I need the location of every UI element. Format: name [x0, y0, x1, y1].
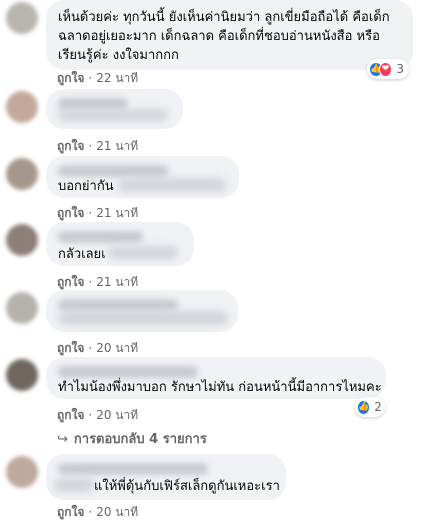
- blurred-text: [58, 311, 228, 325]
- reaction-summary[interactable]: 👍 2: [355, 397, 385, 417]
- avatar[interactable]: [6, 456, 38, 488]
- avatar[interactable]: [6, 359, 38, 391]
- reaction-count: 3: [396, 62, 404, 76]
- comment-bubble: กลัวเลยเ: [46, 222, 194, 266]
- blurred-text: [58, 109, 168, 121]
- reaction-summary[interactable]: 👍 ❤ 3: [367, 59, 409, 79]
- like-link[interactable]: ถูกใจ: [57, 139, 84, 153]
- reaction-count: 2: [374, 400, 382, 414]
- comment-meta: ถูกใจ · 20 นาที: [57, 503, 138, 521]
- avatar[interactable]: [6, 2, 38, 34]
- avatar[interactable]: [6, 224, 38, 256]
- blurred-name: [58, 231, 143, 243]
- like-link[interactable]: ถูกใจ: [57, 408, 84, 422]
- separator: ·: [88, 505, 93, 519]
- like-icon: 👍: [357, 399, 371, 415]
- separator: ·: [88, 341, 93, 355]
- comment-text: แให้พี่ดุ้นกับเฟิร์สเล็กดูกันเหอะเรา: [94, 479, 280, 494]
- comment-text: กลัวเลยเ: [58, 247, 106, 262]
- separator: ·: [88, 71, 93, 85]
- comment-meta: ถูกใจ · 20 นาที: [57, 406, 138, 425]
- comment-meta: ถูกใจ · 20 นาที: [57, 339, 138, 358]
- comment-bubble: [46, 290, 238, 332]
- timestamp[interactable]: 20 นาที: [96, 341, 138, 355]
- comment-bubble: บอกย่ากัน: [46, 156, 239, 198]
- love-icon: ❤: [378, 61, 393, 77]
- blurred-text: [54, 478, 94, 492]
- timestamp[interactable]: 21 นาที: [96, 139, 138, 153]
- separator: ·: [88, 275, 93, 289]
- avatar[interactable]: [6, 292, 38, 324]
- separator: ·: [88, 206, 93, 220]
- blurred-name: [58, 463, 208, 475]
- timestamp[interactable]: 20 นาที: [96, 408, 138, 422]
- comment-bubble: [46, 89, 183, 129]
- replies-label: การตอบกลับ 4 รายการ: [73, 432, 207, 447]
- comment-bubble: เห็นด้วยค่ะ ทุกวันนี้ ยังเห็นค่านิยมว่า …: [46, 0, 413, 70]
- like-link[interactable]: ถูกใจ: [57, 275, 84, 289]
- comment-meta: ถูกใจ · 21 นาที: [57, 204, 138, 223]
- comment-meta: ถูกใจ · 21 นาที: [57, 137, 138, 156]
- separator: ·: [88, 408, 93, 422]
- timestamp[interactable]: 21 นาที: [96, 275, 138, 289]
- blurred-name: [58, 366, 198, 378]
- like-link[interactable]: ถูกใจ: [57, 71, 84, 85]
- separator: ·: [88, 139, 93, 153]
- comment-text-line: ฉลาดอยู่เยอะมาก เด็กฉลาด คือเด็กที่ชอบอ่…: [58, 29, 380, 44]
- blurred-text: [118, 178, 226, 192]
- timestamp[interactable]: 21 นาที: [96, 206, 138, 220]
- comment-bubble: ทำไมน้องพึ่งมาบอก รักษาไม่ทัน ก่อนหน้านี…: [46, 357, 386, 399]
- like-link[interactable]: ถูกใจ: [57, 341, 84, 355]
- avatar[interactable]: [6, 158, 38, 190]
- comment-bubble: แให้พี่ดุ้นกับเฟิร์สเล็กดูกันเหอะเรา: [46, 454, 286, 500]
- blurred-name: [58, 299, 178, 311]
- comments-feed: เห็นด้วยค่ะ ทุกวันนี้ ยังเห็นค่านิยมว่า …: [0, 0, 447, 521]
- comment-meta: ถูกใจ · 22 นาที: [57, 69, 138, 88]
- blurred-name: [58, 165, 168, 177]
- avatar[interactable]: [6, 91, 38, 123]
- comment-text-line: เรียนรู้ค่ะ งงใจมากกก: [58, 48, 179, 63]
- like-link[interactable]: ถูกใจ: [57, 206, 84, 220]
- timestamp[interactable]: 22 นาที: [96, 71, 138, 85]
- comment-text: บอกย่ากัน: [58, 179, 114, 194]
- comment-text: ทำไมน้องพึ่งมาบอก รักษาไม่ทัน ก่อนหน้านี…: [58, 380, 382, 395]
- timestamp[interactable]: 20 นาที: [96, 505, 138, 519]
- reply-arrow-icon: ↪: [57, 432, 68, 447]
- blurred-text: [108, 246, 178, 259]
- comment-text-line: เห็นด้วยค่ะ ทุกวันนี้ ยังเห็นค่านิยมว่า …: [58, 10, 390, 25]
- like-link[interactable]: ถูกใจ: [57, 505, 84, 519]
- view-replies-link[interactable]: ↪ การตอบกลับ 4 รายการ: [57, 428, 207, 449]
